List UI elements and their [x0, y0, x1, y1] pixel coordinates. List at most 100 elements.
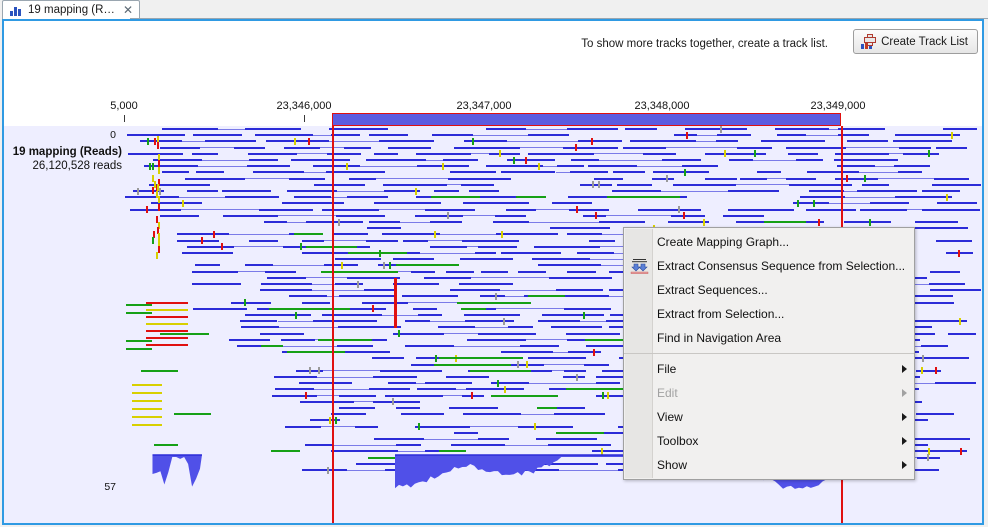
- read-bar[interactable]: [462, 202, 529, 205]
- read-bar[interactable]: [332, 233, 369, 236]
- read-bar-mismatch-run[interactable]: [294, 233, 324, 236]
- read-bar[interactable]: [271, 394, 317, 397]
- read-bar[interactable]: [788, 152, 818, 155]
- read-bar[interactable]: [948, 332, 976, 335]
- menu-item-extract-consensus-sequence-from-selection[interactable]: Extract Consensus Sequence from Selectio…: [624, 254, 914, 278]
- menu-item-extract-from-selection[interactable]: Extract from Selection...: [624, 302, 914, 326]
- read-bar[interactable]: [312, 134, 332, 136]
- read-bar[interactable]: [567, 128, 619, 130]
- read-bar[interactable]: [462, 413, 521, 416]
- read-bar[interactable]: [317, 376, 374, 378]
- read-bar[interactable]: [570, 159, 599, 161]
- read-bar[interactable]: [313, 320, 378, 323]
- read-bar[interactable]: [224, 196, 280, 199]
- read-bar-mismatch-run[interactable]: [280, 307, 350, 310]
- read-bar[interactable]: [253, 171, 304, 174]
- read-bar[interactable]: [187, 190, 219, 192]
- read-bar[interactable]: [528, 152, 595, 155]
- read-bar[interactable]: [281, 338, 316, 341]
- read-bar[interactable]: [470, 277, 549, 279]
- read-bar[interactable]: [349, 307, 387, 310]
- read-bar[interactable]: [697, 134, 717, 136]
- read-bar[interactable]: [415, 425, 470, 428]
- read-bar[interactable]: [414, 214, 463, 217]
- read-bar[interactable]: [415, 382, 426, 384]
- read-bar[interactable]: [500, 289, 556, 291]
- read-bar[interactable]: [379, 369, 442, 372]
- menu-item-create-mapping-graph[interactable]: Create Mapping Graph...: [624, 230, 914, 254]
- read-bar[interactable]: [192, 270, 238, 273]
- read-bar[interactable]: [294, 196, 332, 199]
- read-bar[interactable]: [629, 140, 697, 143]
- selection-line-left[interactable]: [332, 126, 334, 523]
- read-bar[interactable]: [704, 177, 737, 180]
- read-bar[interactable]: [585, 345, 627, 347]
- read-bar[interactable]: [538, 264, 602, 267]
- read-bar[interactable]: [430, 320, 465, 322]
- read-bar[interactable]: [445, 270, 474, 273]
- read-bar[interactable]: [775, 128, 829, 130]
- read-bar[interactable]: [234, 146, 266, 149]
- read-bar[interactable]: [128, 152, 183, 155]
- read-bar[interactable]: [277, 320, 314, 322]
- read-bar[interactable]: [577, 252, 615, 254]
- read-bar[interactable]: [375, 178, 449, 180]
- read-bar[interactable]: [202, 159, 249, 161]
- read-bar[interactable]: [369, 221, 401, 223]
- read-bar[interactable]: [373, 400, 421, 403]
- read-bar-mismatch-run[interactable]: [606, 196, 681, 199]
- read-bar[interactable]: [623, 146, 667, 149]
- read-bar[interactable]: [241, 326, 279, 329]
- read-bar[interactable]: [829, 202, 871, 204]
- read-bar[interactable]: [344, 146, 371, 149]
- read-bar[interactable]: [337, 326, 401, 329]
- read-bar[interactable]: [430, 221, 462, 223]
- read-bar[interactable]: [542, 314, 605, 316]
- read-bar[interactable]: [505, 208, 536, 211]
- read-bar[interactable]: [415, 152, 471, 155]
- read-bar[interactable]: [405, 320, 431, 323]
- read-bar[interactable]: [740, 177, 767, 180]
- read-bar[interactable]: [786, 146, 847, 149]
- read-bar[interactable]: [454, 146, 520, 149]
- read-bar[interactable]: [612, 190, 661, 192]
- read-bar[interactable]: [302, 239, 325, 242]
- read-bar[interactable]: [396, 407, 420, 409]
- read-bar[interactable]: [466, 388, 525, 391]
- read-bar-mismatch-run[interactable]: [348, 252, 408, 254]
- read-bar[interactable]: [374, 152, 399, 155]
- read-bar[interactable]: [736, 146, 773, 149]
- read-bar[interactable]: [417, 388, 457, 391]
- read-bar[interactable]: [505, 295, 524, 297]
- read-bar[interactable]: [187, 245, 234, 248]
- read-bar[interactable]: [569, 208, 610, 211]
- read-bar[interactable]: [400, 221, 431, 223]
- read-bar[interactable]: [456, 388, 467, 390]
- read-bar[interactable]: [265, 270, 297, 273]
- read-bar[interactable]: [329, 140, 379, 142]
- read-bar[interactable]: [716, 140, 738, 143]
- read-bar[interactable]: [449, 171, 497, 174]
- menu-item-extract-sequences[interactable]: Extract Sequences...: [624, 278, 914, 302]
- read-bar[interactable]: [531, 258, 590, 261]
- read-bar[interactable]: [449, 407, 498, 409]
- read-bar[interactable]: [461, 394, 485, 397]
- read-bar[interactable]: [449, 289, 501, 292]
- read-bar[interactable]: [912, 227, 969, 230]
- read-bar[interactable]: [312, 289, 364, 291]
- read-bar-mismatch-run[interactable]: [174, 413, 211, 416]
- read-bar[interactable]: [460, 258, 513, 261]
- read-bar[interactable]: [430, 245, 467, 248]
- read-bar[interactable]: [177, 233, 230, 236]
- read-bar[interactable]: [552, 370, 564, 372]
- read-bar[interactable]: [500, 171, 556, 174]
- read-bar[interactable]: [463, 140, 507, 143]
- read-bar[interactable]: [671, 214, 706, 217]
- read-bar[interactable]: [348, 177, 376, 180]
- read-bar-mismatch-run[interactable]: [457, 301, 532, 304]
- read-bar[interactable]: [696, 140, 717, 142]
- read-bar[interactable]: [182, 252, 233, 254]
- read-bar[interactable]: [462, 215, 495, 217]
- read-bar[interactable]: [338, 407, 375, 409]
- read-bar[interactable]: [549, 227, 611, 230]
